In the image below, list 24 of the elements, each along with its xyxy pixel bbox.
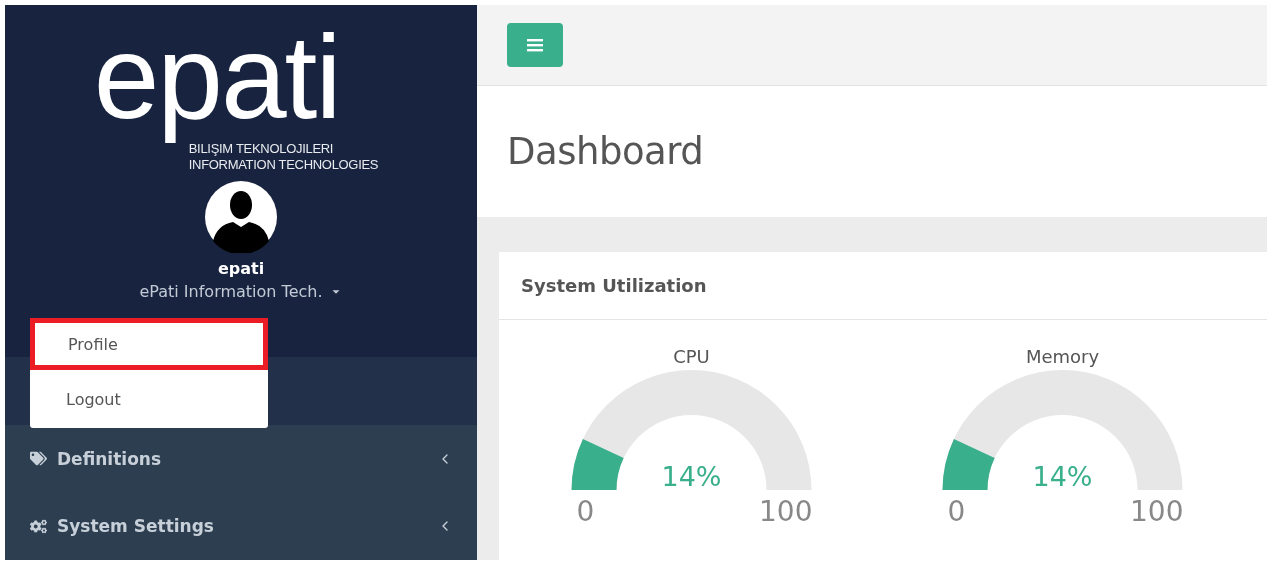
logo-wordmark: epati xyxy=(93,13,340,141)
logo-subtitle: BILIŞIM TEKNOLOJILERI xyxy=(188,141,334,157)
gauge-reading: 14% xyxy=(661,461,722,492)
gauge-label: CPU xyxy=(673,346,710,367)
gauge-min: 0 xyxy=(576,495,595,528)
gauge-label: Memory xyxy=(1025,346,1100,367)
tags-icon xyxy=(30,450,47,468)
avatar-silhouette xyxy=(205,181,277,253)
dropdown-item[interactable]: Profile xyxy=(30,318,268,370)
gears-icon xyxy=(30,517,47,535)
card-title: System Utilization xyxy=(521,275,707,296)
sidebar-menu-item[interactable]: System Settings xyxy=(5,492,477,560)
logo-subtitle: INFORMATION TECHNOLOGIES xyxy=(188,157,379,173)
gauge-reading: 14% xyxy=(1032,461,1093,492)
page-title: Dashboard xyxy=(507,130,704,173)
menu-button[interactable] xyxy=(507,23,563,67)
gauge-max: 100 xyxy=(1130,495,1184,528)
user-menu-toggle[interactable]: ePati Information Tech. xyxy=(139,282,343,301)
dropdown-item[interactable]: Logout xyxy=(30,370,268,428)
sidebar-menu-item[interactable]: Definitions xyxy=(5,425,477,493)
gauge-min: 0 xyxy=(947,495,966,528)
gauge-max: 100 xyxy=(759,495,813,528)
user-name: epati xyxy=(217,259,265,278)
menu-icon xyxy=(527,38,543,52)
